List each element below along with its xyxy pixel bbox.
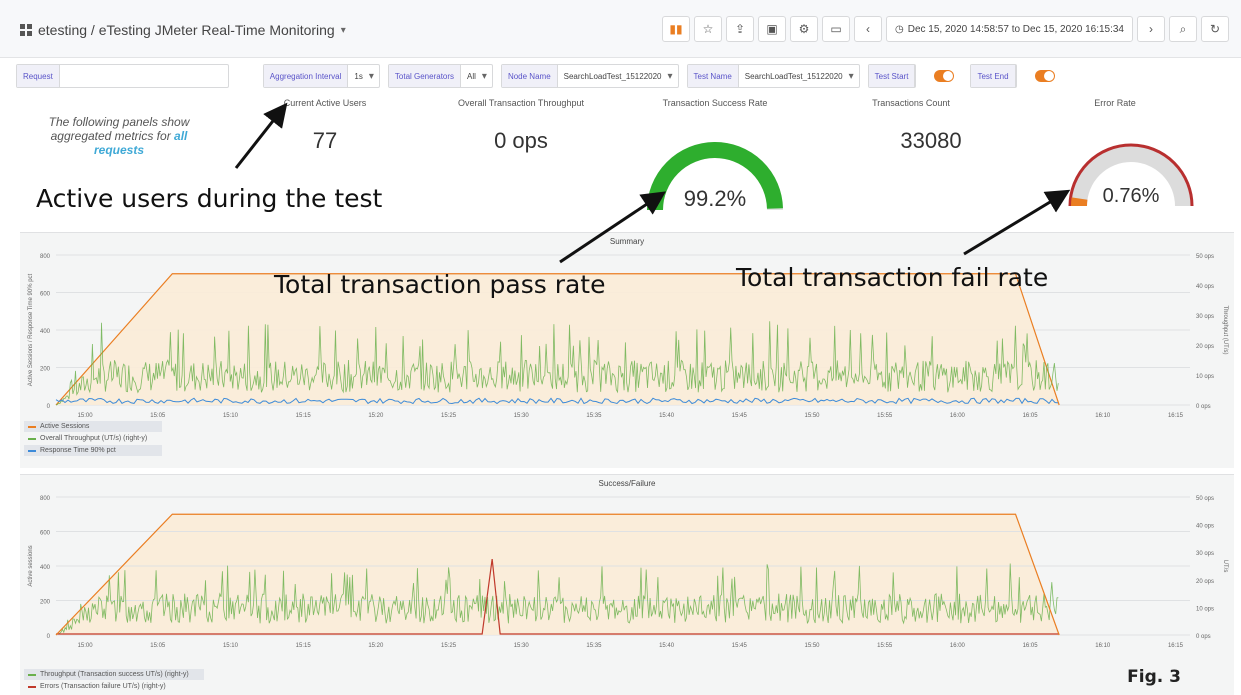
figure-label: Fig. 3 [1127, 667, 1181, 687]
arrow-active-users [234, 102, 288, 169]
arrow-pass-rate [559, 191, 666, 264]
annotation-fail-rate: Total transaction fail rate [736, 263, 1049, 292]
annotation-arrows [234, 102, 1071, 264]
arrow-fail-rate [963, 189, 1071, 256]
annotation-active-users: Active users during the test [36, 184, 383, 213]
annotation-pass-rate: Total transaction pass rate [274, 270, 606, 299]
